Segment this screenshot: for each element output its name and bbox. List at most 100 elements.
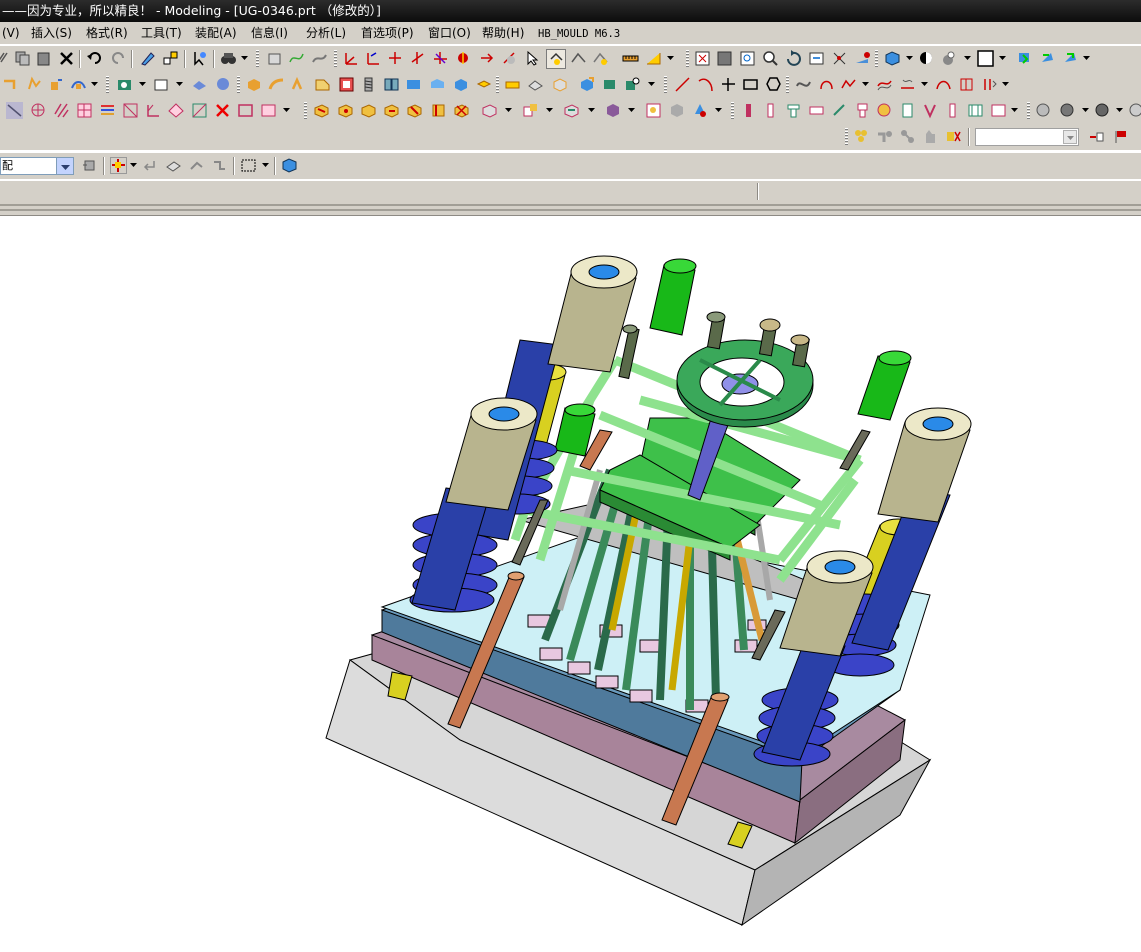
block-icon[interactable] — [245, 76, 262, 93]
zoom-fit-icon[interactable] — [739, 50, 756, 67]
snap-point-icon[interactable] — [110, 157, 127, 174]
snap-icon[interactable] — [191, 50, 208, 67]
sphere-gray-icon[interactable] — [1035, 102, 1052, 119]
toolbar-grip[interactable] — [496, 76, 499, 94]
spring-icon[interactable] — [831, 102, 848, 119]
isoparametric-icon[interactable] — [958, 76, 975, 93]
toolbar-grip[interactable] — [786, 76, 789, 94]
redo-icon[interactable] — [110, 50, 127, 67]
shell-icon[interactable] — [338, 76, 355, 93]
layer-settings-icon[interactable] — [1016, 50, 1033, 67]
toolbar-grip[interactable] — [1027, 102, 1030, 120]
chevron-down-icon[interactable] — [715, 105, 722, 114]
sphere-light-icon[interactable] — [1128, 102, 1141, 119]
toolbar-grip[interactable] — [686, 50, 689, 68]
cut-icon[interactable] — [0, 50, 11, 67]
chevron-down-icon[interactable] — [139, 79, 146, 88]
paste-icon[interactable] — [35, 50, 52, 67]
guide-icon[interactable] — [808, 102, 825, 119]
split-body-icon[interactable] — [452, 76, 469, 93]
chevron-down-icon[interactable] — [56, 158, 73, 174]
polygon-icon[interactable] — [765, 76, 782, 93]
menu-information[interactable]: 信息(I) — [251, 25, 288, 41]
hex-body-icon[interactable] — [604, 102, 621, 119]
chevron-down-icon[interactable] — [588, 105, 595, 114]
zoom-window-icon[interactable] — [716, 50, 733, 67]
point-icon[interactable] — [720, 76, 737, 93]
undo-icon[interactable] — [86, 50, 103, 67]
quick-pick-icon[interactable] — [592, 50, 609, 67]
sprue-icon[interactable] — [854, 102, 871, 119]
return-icon[interactable] — [141, 157, 158, 174]
silhouette-icon[interactable] — [981, 76, 998, 93]
mold-init-icon[interactable] — [313, 102, 330, 119]
chevron-down-icon[interactable] — [667, 53, 674, 62]
wcs-rotate-icon[interactable] — [387, 50, 404, 67]
law-curve-icon[interactable] — [840, 76, 857, 93]
assembly-select-icon[interactable] — [211, 157, 228, 174]
hole-icon[interactable] — [116, 76, 133, 93]
feature-icon[interactable] — [266, 50, 283, 67]
menu-help[interactable]: 帮助(H) — [482, 25, 524, 41]
lighting-icon[interactable] — [940, 50, 957, 67]
delete-icon[interactable] — [58, 50, 75, 67]
cooling-icon[interactable] — [668, 102, 685, 119]
chevron-down-icon[interactable] — [1083, 53, 1090, 62]
chevron-down-icon[interactable] — [546, 105, 553, 114]
workpiece-icon[interactable] — [383, 102, 400, 119]
menu-analysis[interactable]: 分析(L) — [306, 25, 346, 41]
arc-icon[interactable] — [697, 76, 714, 93]
part-select-icon[interactable] — [165, 157, 182, 174]
sphere-icon[interactable] — [215, 76, 232, 93]
pad-icon[interactable] — [191, 76, 208, 93]
project-curve-icon[interactable] — [899, 76, 916, 93]
move-layer-icon[interactable] — [1039, 50, 1056, 67]
corner-icon[interactable] — [145, 102, 162, 119]
datum-icon[interactable] — [2, 76, 19, 93]
chevron-down-icon[interactable] — [1002, 79, 1009, 88]
curve-icon[interactable] — [288, 50, 305, 67]
chevron-down-icon[interactable] — [964, 53, 971, 62]
shading-icon[interactable] — [918, 50, 935, 67]
diamond-icon[interactable] — [168, 102, 185, 119]
runner-icon[interactable] — [922, 102, 939, 119]
target-icon[interactable] — [30, 102, 47, 119]
menu-hb-mould[interactable]: HB_MOULD M6.3 — [538, 26, 620, 42]
handwheel-ring[interactable] — [676, 339, 814, 428]
standard-part-icon[interactable] — [522, 102, 539, 119]
menu-assembly[interactable]: 装配(A) — [195, 25, 237, 41]
cube-icon[interactable] — [281, 157, 298, 174]
hb-scissors-icon[interactable] — [1088, 128, 1105, 145]
chevron-down-icon[interactable] — [1011, 105, 1018, 114]
line-icon[interactable] — [674, 76, 691, 93]
mirror-icon[interactable] — [383, 76, 400, 93]
menu-preferences[interactable]: 首选项(P) — [361, 25, 414, 41]
family-mold-icon[interactable] — [430, 102, 447, 119]
render-style-icon[interactable] — [884, 50, 901, 67]
hb-cluster-icon[interactable] — [853, 128, 870, 145]
chevron-down-icon[interactable] — [999, 53, 1006, 62]
stripes-icon[interactable] — [99, 102, 116, 119]
sew-icon[interactable] — [527, 76, 544, 93]
menu-format[interactable]: 格式(R) — [86, 25, 128, 41]
fit-view-icon[interactable] — [694, 50, 711, 67]
pocket-icon[interactable] — [645, 102, 662, 119]
chamfer-icon[interactable] — [314, 76, 331, 93]
wcs-hide-icon[interactable] — [501, 50, 518, 67]
object-display-icon[interactable] — [162, 50, 179, 67]
instance-icon[interactable] — [624, 76, 641, 93]
rectangle-select-icon[interactable] — [240, 157, 257, 174]
box-icon[interactable] — [260, 102, 277, 119]
face-blend-icon[interactable] — [291, 76, 308, 93]
toolbar-grip[interactable] — [256, 50, 259, 68]
selection-mode-icon[interactable] — [546, 49, 566, 69]
wcs-set-icon[interactable] — [432, 50, 449, 67]
locating-ring-icon[interactable] — [876, 102, 893, 119]
cross-box-icon[interactable] — [122, 102, 139, 119]
binoculars-icon[interactable] — [220, 50, 237, 67]
selection-scope-icon[interactable] — [81, 157, 98, 174]
wcs-origin-icon[interactable] — [342, 50, 359, 67]
chevron-down-icon[interactable] — [241, 53, 248, 62]
pattern-icon[interactable] — [405, 76, 422, 93]
offset-face-icon[interactable] — [475, 76, 492, 93]
